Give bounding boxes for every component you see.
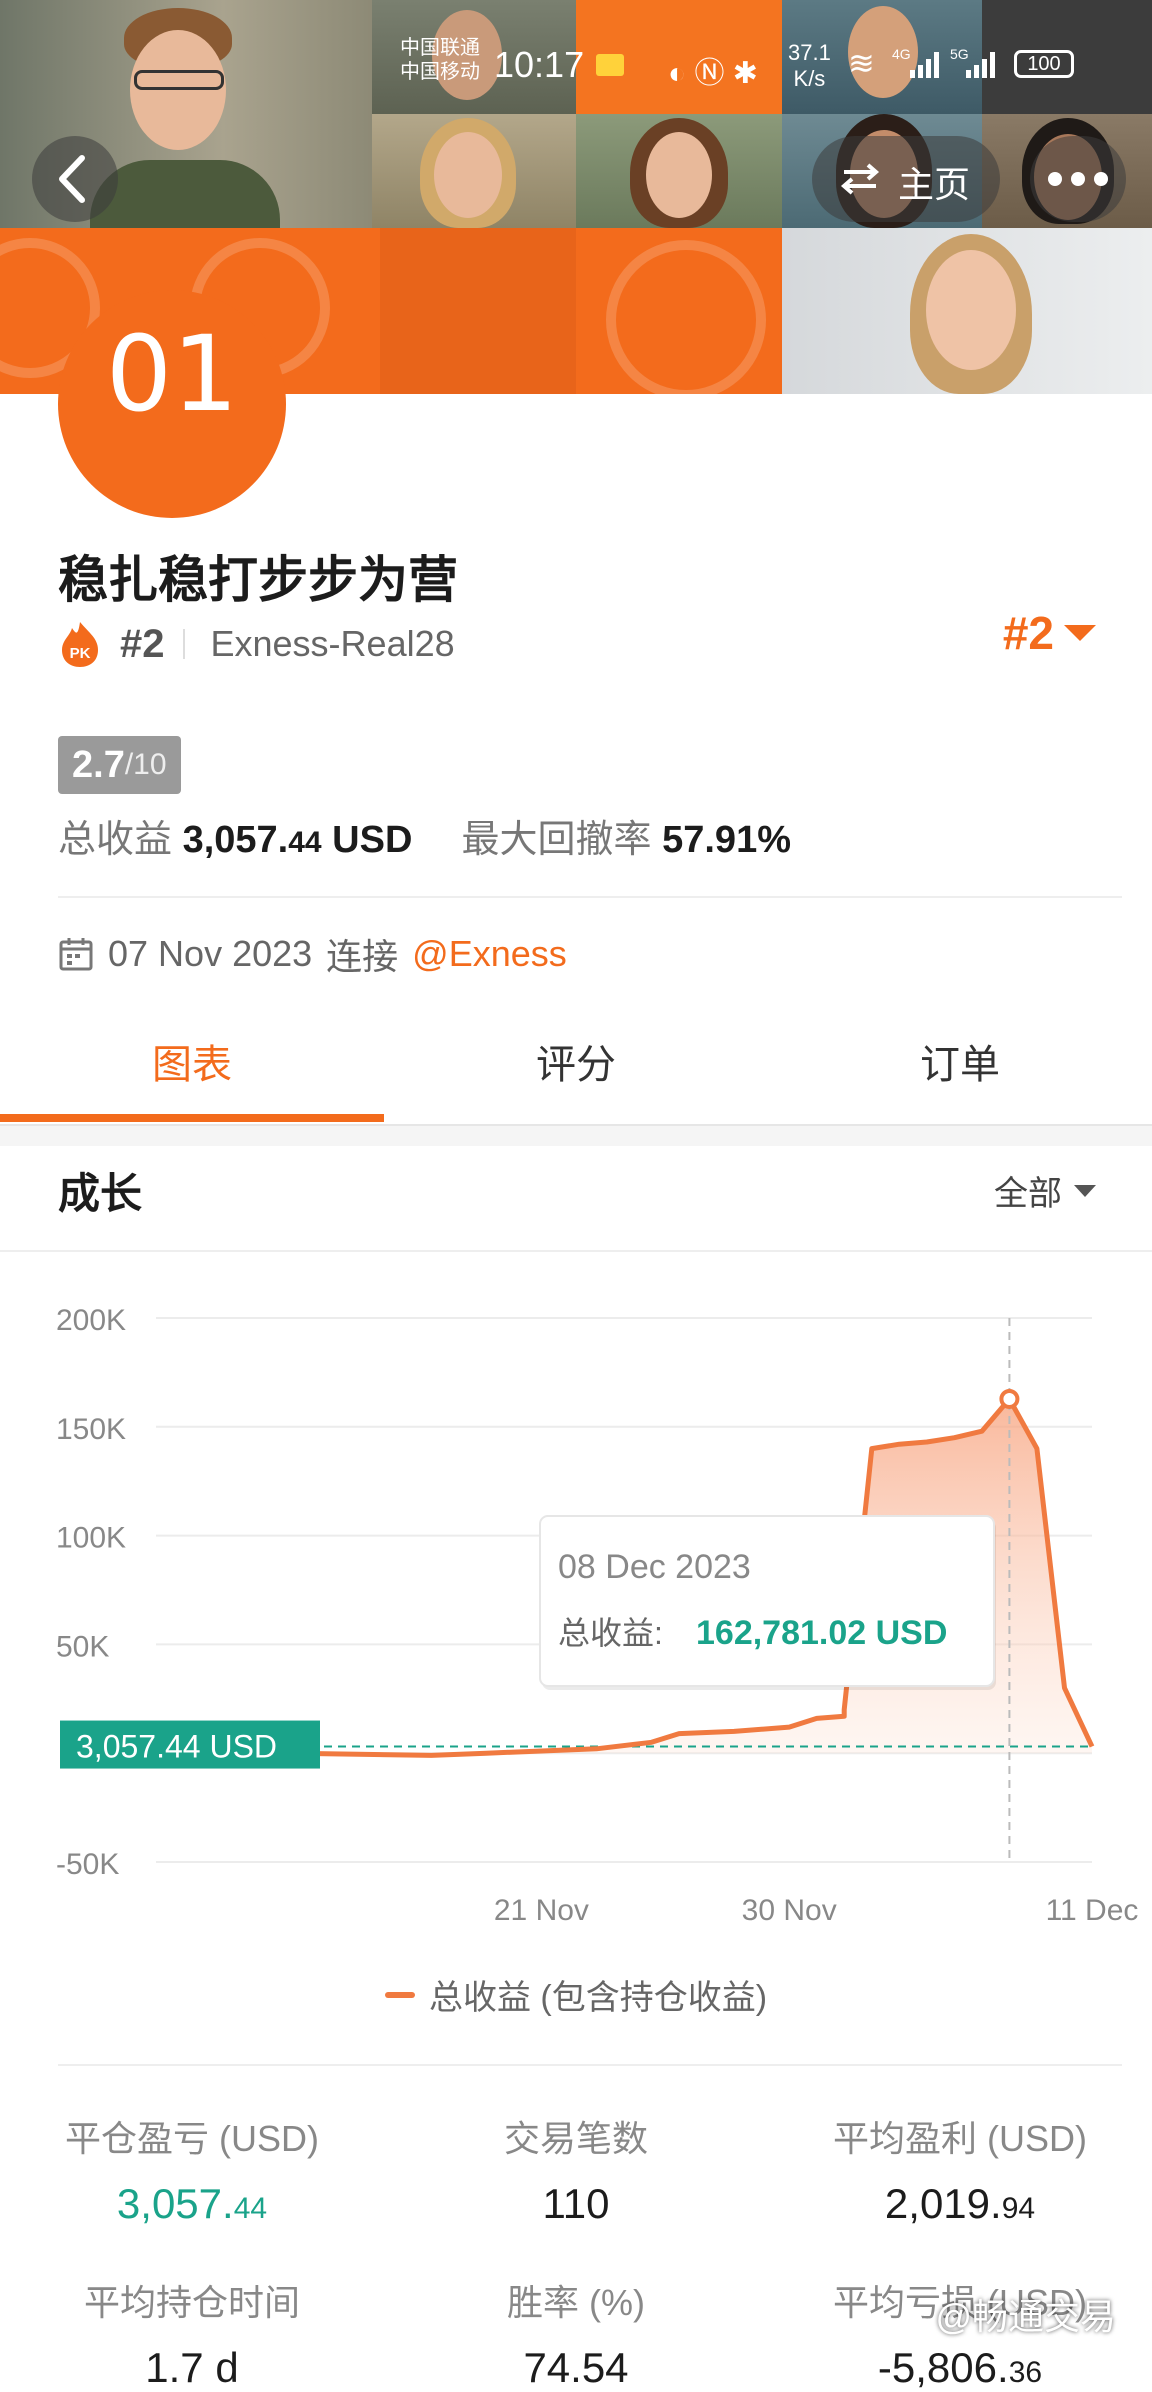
y-tick-label: 200K [56, 1304, 126, 1337]
switch-arrows-icon [840, 163, 880, 195]
signal-bars-icon [910, 52, 944, 78]
tooltip-value: 162,781.02 USD [696, 1614, 947, 1652]
metric-value: 1.7 d [145, 2344, 239, 2391]
score-max: /10 [124, 748, 167, 781]
divider [0, 1250, 1152, 1252]
score-value: 2.7 [72, 743, 125, 786]
score-badge: 2.7/10 [58, 736, 181, 794]
metric-label: 平均盈利 (USD) [833, 2118, 1087, 2159]
metric-value: 3,057.44 [116, 2180, 268, 2227]
active-tab-indicator [0, 1114, 384, 1122]
y-tick-label: -50K [56, 1848, 119, 1881]
strategy-title: 稳扎稳打步步为营 [58, 552, 458, 608]
rank-number: #2 [120, 621, 165, 666]
pk-flame-icon: PK [58, 620, 102, 668]
x-tick-label: 21 Nov [494, 1894, 589, 1927]
y-tick-label: 50K [56, 1630, 109, 1663]
y-tick-label: 150K [56, 1413, 126, 1446]
divider [58, 2064, 1122, 2066]
connect-label: 连接 [326, 936, 399, 977]
metric-label: 平均持仓时间 [83, 2282, 300, 2323]
tooltip-date: 08 Dec 2023 [558, 1548, 751, 1586]
tab-rating[interactable]: 评分 [384, 1000, 768, 1122]
rank-circle-badge: 01 [58, 290, 286, 518]
max-drawdown-value: 57.91% [662, 819, 791, 861]
range-filter-label: 全部 [994, 1175, 1062, 1213]
watermark: @畅通交易 [935, 2296, 1116, 2337]
member-photo [782, 228, 1152, 394]
rank-dropdown[interactable]: #2 [1003, 606, 1096, 660]
metric-avg-profit: 平均盈利 (USD) 2,019.94 [768, 2110, 1152, 2228]
tab-chart[interactable]: 图表 [0, 1000, 384, 1122]
divider [58, 896, 1122, 898]
tooltip-label: 总收益: [558, 1615, 663, 1651]
total-profit-label: 总收益 [58, 819, 173, 861]
y-tick-label: 100K [56, 1522, 126, 1555]
network-speed: 37.1 K/s [788, 40, 831, 91]
rank-dropdown-label: #2 [1002, 607, 1054, 659]
metric-avg-holding-time: 平均持仓时间 1.7 d [0, 2274, 384, 2392]
member-photo [576, 114, 782, 228]
legend-swatch [384, 1991, 415, 1998]
growth-section-title: 成长 [58, 1170, 143, 1217]
metric-trade-count: 交易笔数 110 [384, 2110, 768, 2228]
carrier-label: 中国联通 中国移动 [400, 37, 480, 83]
growth-chart[interactable]: 200K 150K 100K 50K -50K 21 Nov 30 Nov 11 Dec 3,0… [0, 1270, 1152, 1950]
current-value-label: 3,057.44 USD [76, 1729, 277, 1765]
chevron-left-icon [59, 155, 85, 203]
member-photo [372, 114, 576, 228]
chart-legend: 总收益 (包含持仓收益) [0, 1970, 1152, 2019]
profit-summary: 总收益 3,057.44 USD 最大回撤率 57.91% [58, 808, 791, 863]
banner-pattern-tile [380, 228, 576, 394]
metric-value: -5,806.36 [877, 2344, 1043, 2391]
x-tick-label: 30 Nov [742, 1894, 837, 1927]
section-divider [0, 1126, 1152, 1146]
pk-label: PK [70, 645, 91, 662]
tab-bar: 图表 评分 订单 [0, 1000, 1152, 1126]
max-drawdown-label: 最大回撤率 [461, 819, 652, 861]
metric-label: 胜率 (%) [507, 2282, 645, 2323]
metric-label: 平仓盈亏 (USD) [65, 2118, 319, 2159]
highlight-point [999, 1388, 1020, 1409]
divider [182, 629, 185, 659]
server-name: Exness-Real28 [210, 623, 455, 664]
triangle-down-icon [1064, 625, 1096, 641]
signal-4g-label: 4G [892, 46, 911, 62]
broker-link[interactable]: @Exness [412, 933, 567, 975]
legend-label: 总收益 (包含持仓收益) [428, 1979, 768, 2017]
rank-row: PK #2 Exness-Real28 [58, 614, 455, 674]
calendar-icon [59, 938, 93, 971]
connection-info: 07 Nov 2023 连接 @Exness [58, 928, 567, 980]
back-button[interactable] [32, 136, 118, 222]
more-dots-icon [1048, 172, 1108, 186]
metric-value: 2,019.94 [884, 2180, 1036, 2227]
metric-win-rate: 胜率 (%) 74.54 [384, 2274, 768, 2392]
x-tick-label: 11 Dec [1046, 1894, 1139, 1927]
wifi-icon: ≋ [848, 45, 875, 81]
metric-value: 74.54 [523, 2344, 629, 2391]
home-button-label: 主页 [898, 164, 971, 205]
status-icons: ◐ Ⓝ ✱ [668, 57, 758, 90]
triangle-down-icon [1074, 1184, 1096, 1197]
battery-icon: 100 [1014, 50, 1074, 78]
battery-level: 100 [1027, 52, 1061, 75]
metric-label: 交易笔数 [503, 2118, 648, 2159]
metric-closed-pnl: 平仓盈亏 (USD) 3,057.44 [0, 2110, 384, 2228]
tab-orders[interactable]: 订单 [768, 1000, 1152, 1122]
status-bar: 中国联通 中国移动 10:17 ◐ Ⓝ ✱ 37.1 K/s ≋ 4G 5G 1… [0, 0, 1152, 130]
total-profit-value: 3,057.44 USD [182, 819, 413, 861]
home-button[interactable]: 主页 [812, 136, 1000, 222]
message-notification-icon [596, 54, 624, 76]
metric-value: 110 [542, 2180, 610, 2227]
range-filter-dropdown[interactable]: 全部 [994, 1166, 1096, 1215]
tooltip-box [539, 1515, 995, 1687]
signal-bars-icon [966, 52, 1000, 78]
connect-date: 07 Nov 2023 [108, 933, 313, 974]
more-options-button[interactable] [1030, 136, 1126, 222]
clock: 10:17 [494, 44, 585, 85]
